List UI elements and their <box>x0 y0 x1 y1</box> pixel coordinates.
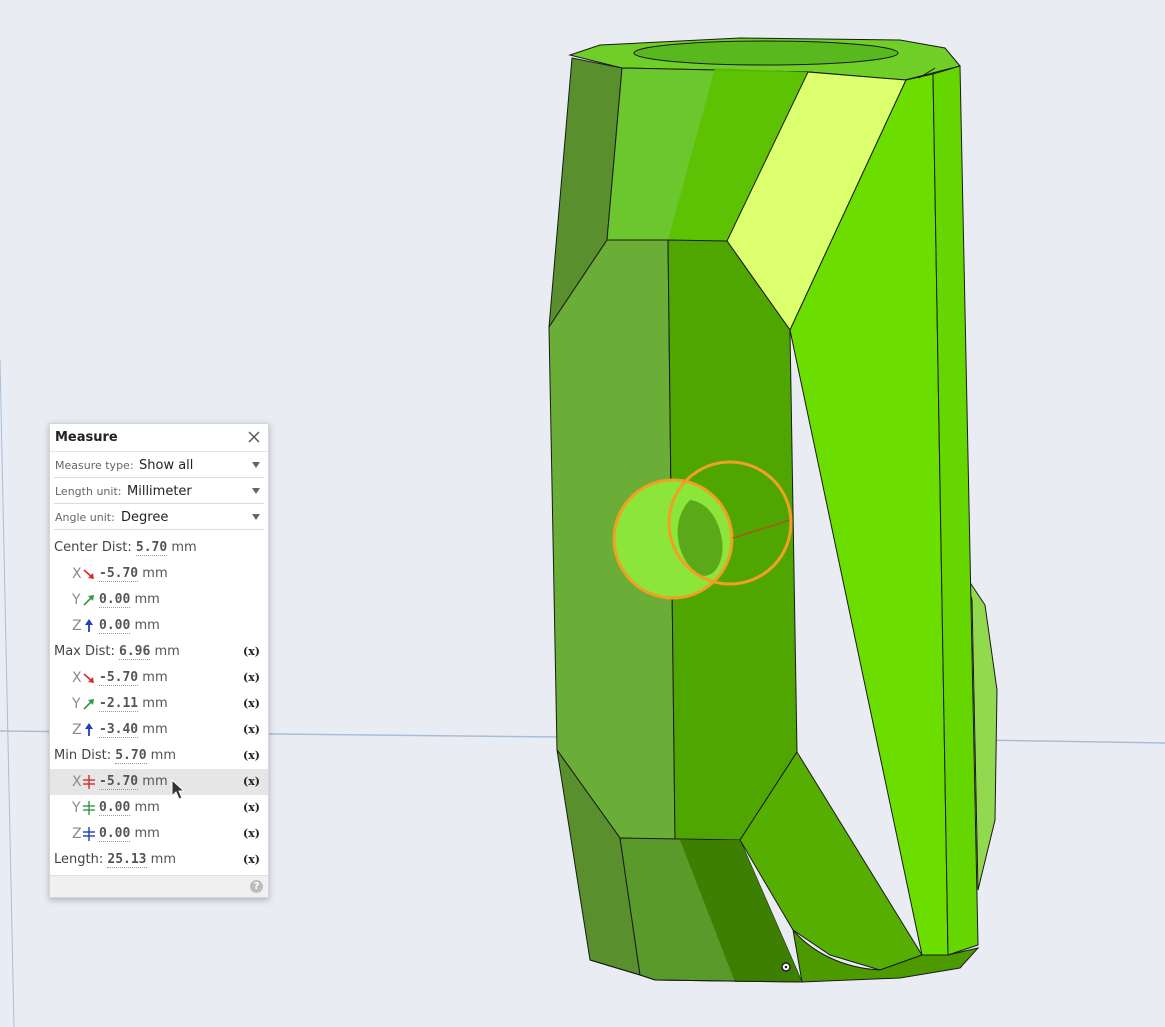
min-x-value[interactable]: -5.70 <box>99 774 139 790</box>
z-axis-arrow-icon <box>85 619 93 632</box>
unit-label: mm <box>171 540 197 555</box>
axis-y-label: Y <box>72 696 81 712</box>
axis-z-label: Z <box>72 826 82 842</box>
max-y-value[interactable]: -2.11 <box>99 696 139 712</box>
unit-label: mm <box>150 748 176 763</box>
center-y-row: Y 0.00 mm <box>50 587 268 613</box>
axis-y-label: Y <box>72 800 81 816</box>
variable-button[interactable]: (x) <box>243 795 260 821</box>
length-unit-value: Millimeter <box>127 484 192 499</box>
variable-button[interactable]: (x) <box>243 665 260 691</box>
length-label: Length: <box>54 852 104 867</box>
plane-line-vertical <box>0 359 15 1027</box>
unit-label: mm <box>142 722 168 737</box>
variable-button[interactable]: (x) <box>243 743 260 769</box>
min-x-row[interactable]: X -5.70 mm (x) <box>50 769 268 795</box>
measure-type-select[interactable]: Measure type: Show all <box>54 452 264 478</box>
plane-line-right <box>974 739 1165 744</box>
center-z-row: Z 0.00 mm <box>50 613 268 639</box>
angle-unit-select[interactable]: Angle unit: Degree <box>54 504 264 530</box>
min-z-value[interactable]: 0.00 <box>99 826 131 842</box>
center-dist-value[interactable]: 5.70 <box>135 540 168 556</box>
center-x-row: X -5.70 mm <box>50 561 268 587</box>
panel-title: Measure <box>55 430 118 445</box>
variable-button[interactable]: (x) <box>243 639 260 665</box>
x-axis-arrow-icon <box>83 569 94 579</box>
3d-viewport[interactable]: Measure Measure type: Show all Length un… <box>0 0 1165 1027</box>
center-z-value[interactable]: 0.00 <box>99 618 131 634</box>
unit-label: mm <box>150 852 176 867</box>
unit-label: mm <box>142 774 168 789</box>
min-dist-row: Min Dist: 5.70 mm (x) <box>50 743 268 769</box>
unit-label: mm <box>154 644 180 659</box>
mouse-cursor-icon <box>171 779 185 800</box>
unit-label: mm <box>142 696 168 711</box>
top-hole <box>633 40 899 66</box>
max-dist-label: Max Dist: <box>54 644 115 659</box>
z-axis-arrow-icon <box>85 723 93 736</box>
unit-label: mm <box>134 800 160 815</box>
center-dist-label: Center Dist: <box>54 540 132 555</box>
min-dist-label: Min Dist: <box>54 748 112 763</box>
min-z-row: Z 0.00 mm (x) <box>50 821 268 847</box>
measure-type-value: Show all <box>139 458 194 473</box>
variable-button[interactable]: (x) <box>243 717 260 743</box>
max-z-value[interactable]: -3.40 <box>99 722 139 738</box>
panel-header: Measure <box>50 424 268 452</box>
chevron-down-icon <box>252 462 260 468</box>
axis-x-label: X <box>72 774 82 790</box>
unit-label: mm <box>142 670 168 685</box>
min-y-value[interactable]: 0.00 <box>99 800 131 816</box>
angle-unit-label: Angle unit: <box>55 511 115 524</box>
variable-button[interactable]: (x) <box>243 691 260 717</box>
x-axis-perpendicular-icon <box>83 775 95 789</box>
center-dist-row: Center Dist: 5.70 mm <box>50 535 268 561</box>
length-row: Length: 25.13 mm (x) <box>50 847 268 873</box>
variable-button[interactable]: (x) <box>243 769 260 795</box>
axis-z-label: Z <box>72 618 82 634</box>
y-axis-arrow-icon <box>83 699 94 710</box>
center-y-value[interactable]: 0.00 <box>99 592 131 608</box>
axis-x-label: X <box>72 670 82 686</box>
min-dist-value[interactable]: 5.70 <box>115 748 147 764</box>
y-axis-arrow-icon <box>83 595 94 606</box>
max-x-row: X -5.70 mm (x) <box>50 665 268 691</box>
center-x-value[interactable]: -5.70 <box>99 566 139 582</box>
y-axis-perpendicular-icon <box>83 801 95 815</box>
help-icon[interactable]: ? <box>250 880 263 893</box>
max-dist-row: Max Dist: 6.96 mm (x) <box>50 639 268 665</box>
chevron-down-icon <box>252 488 260 494</box>
z-axis-perpendicular-icon <box>83 827 95 841</box>
chevron-down-icon <box>252 514 260 520</box>
unit-label: mm <box>134 618 160 633</box>
measurement-rows: Center Dist: 5.70 mm X -5.70 mm Y 0.00 m… <box>50 535 268 873</box>
unit-label: mm <box>142 566 168 581</box>
measure-panel: Measure Measure type: Show all Length un… <box>49 423 269 898</box>
length-unit-label: Length unit: <box>55 485 122 498</box>
variable-button[interactable]: (x) <box>243 821 260 847</box>
axis-y-label: Y <box>72 592 81 608</box>
axis-z-label: Z <box>72 722 82 738</box>
unit-label: mm <box>134 826 160 841</box>
max-y-row: Y -2.11 mm (x) <box>50 691 268 717</box>
x-axis-arrow-icon <box>83 673 94 683</box>
measure-type-label: Measure type: <box>55 459 134 472</box>
length-value[interactable]: 25.13 <box>107 852 147 868</box>
max-z-row: Z -3.40 mm (x) <box>50 717 268 743</box>
panel-footer: ? <box>50 875 268 897</box>
max-dist-value[interactable]: 6.96 <box>119 644 151 660</box>
length-unit-select[interactable]: Length unit: Millimeter <box>54 478 264 504</box>
unit-label: mm <box>134 592 160 607</box>
variable-button[interactable]: (x) <box>243 847 260 873</box>
min-y-row: Y 0.00 mm (x) <box>50 795 268 821</box>
close-icon[interactable] <box>246 429 262 445</box>
axis-x-label: X <box>72 566 82 582</box>
angle-unit-value: Degree <box>121 510 169 525</box>
max-x-value[interactable]: -5.70 <box>99 670 139 686</box>
